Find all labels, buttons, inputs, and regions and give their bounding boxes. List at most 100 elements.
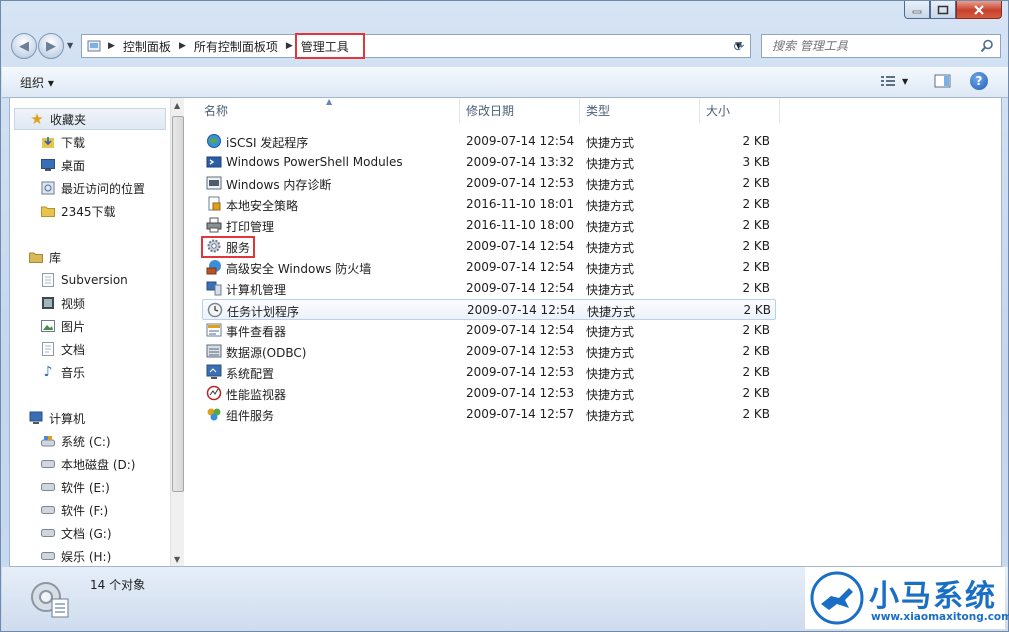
breadcrumb-separator[interactable]: ▶	[175, 41, 190, 51]
file-name: 本地安全策略	[226, 199, 299, 213]
nav-desktop-label: 桌面	[61, 158, 86, 173]
videos-icon	[40, 295, 56, 311]
recent-pages-dropdown[interactable]: ▼	[67, 41, 73, 50]
search-box[interactable]	[761, 34, 1001, 58]
scroll-down-icon[interactable]: ▼	[174, 555, 180, 564]
file-modified-date: 2009-07-14 12:54	[466, 134, 575, 148]
database-icon	[206, 343, 222, 359]
nav-downloads[interactable]: 下载	[40, 131, 85, 153]
help-button[interactable]: ?	[970, 72, 988, 90]
nav-drive-h[interactable]: 娱乐 (H:)	[40, 545, 111, 566]
file-type: 快捷方式	[586, 388, 635, 402]
file-row[interactable]: 高级安全 Windows 防火墙 2009-07-14 12:54 快捷方式 2 KB	[202, 257, 776, 278]
breadcrumb-separator[interactable]: ▶	[104, 41, 119, 51]
computer-icon	[28, 410, 44, 426]
file-modified-date: 2009-07-14 12:54	[467, 303, 576, 317]
security-policy-icon	[206, 196, 222, 212]
nav-music[interactable]: ♪ 音乐	[40, 361, 85, 383]
nav-scrollbar[interactable]: ▲ ▼	[170, 98, 184, 566]
nav-subversion[interactable]: Subversion	[40, 269, 128, 291]
clock-icon	[207, 302, 223, 318]
file-row[interactable]: 计算机管理 2009-07-14 12:54 快捷方式 2 KB	[202, 278, 776, 299]
nav-libraries[interactable]: 库	[28, 246, 61, 268]
file-size: 2 KB	[742, 239, 770, 253]
nav-drive-c-label: 系统 (C:)	[61, 434, 111, 449]
minimize-button[interactable]	[904, 1, 930, 19]
nav-videos-label: 视频	[61, 296, 86, 311]
nav-drive-d[interactable]: 本地磁盘 (D:)	[40, 453, 135, 475]
file-size: 2 KB	[742, 407, 770, 421]
column-header-size[interactable]: 大小	[700, 98, 780, 123]
forward-button[interactable]: ▶	[38, 33, 64, 59]
file-name: 事件查看器	[226, 325, 287, 339]
refresh-button[interactable]: ⟳	[729, 37, 749, 57]
file-modified-date: 2016-11-10 18:00	[466, 218, 575, 232]
back-button[interactable]: ◀	[11, 33, 37, 59]
file-row[interactable]: 任务计划程序 2009-07-14 12:54 快捷方式 2 KB	[202, 299, 776, 320]
column-header-type[interactable]: 类型	[580, 98, 700, 123]
nav-desktop[interactable]: 桌面	[40, 154, 85, 176]
nav-2345-downloads[interactable]: 2345下载	[40, 200, 116, 222]
breadcrumb-control-panel[interactable]: 控制面板	[119, 35, 175, 57]
scroll-up-icon[interactable]: ▲	[174, 101, 180, 110]
printer-icon	[206, 217, 222, 233]
nav-documents[interactable]: 文档	[40, 338, 85, 360]
scrollbar-thumb[interactable]	[172, 116, 184, 492]
nav-pictures[interactable]: 图片	[40, 315, 85, 337]
file-row[interactable]: 打印管理 2016-11-10 18:00 快捷方式 2 KB	[202, 215, 776, 236]
drive-icon	[40, 479, 56, 495]
desktop-icon	[40, 157, 56, 173]
nav-favorites[interactable]: ★ 收藏夹	[14, 108, 166, 130]
file-row[interactable]: Windows PowerShell Modules 2009-07-14 13:…	[202, 152, 776, 173]
drive-icon	[40, 548, 56, 564]
file-row[interactable]: 本地安全策略 2016-11-10 18:01 快捷方式 2 KB	[202, 194, 776, 215]
maximize-button[interactable]	[930, 1, 956, 19]
file-type: 快捷方式	[586, 367, 635, 381]
breadcrumb-all-items[interactable]: 所有控制面板项	[190, 35, 282, 57]
nav-drive-g[interactable]: 文档 (G:)	[40, 522, 112, 544]
file-type: 快捷方式	[586, 283, 635, 297]
file-row[interactable]: Windows 内存诊断 2009-07-14 12:53 快捷方式 2 KB	[202, 173, 776, 194]
search-icon[interactable]	[980, 39, 994, 53]
file-row[interactable]: 性能监视器 2009-07-14 12:53 快捷方式 2 KB	[202, 383, 776, 404]
file-modified-date: 2009-07-14 12:54	[466, 239, 575, 253]
close-icon	[974, 4, 984, 15]
file-row[interactable]: 组件服务 2009-07-14 12:57 快捷方式 2 KB	[202, 404, 776, 425]
nav-videos[interactable]: 视频	[40, 292, 85, 314]
file-modified-date: 2009-07-14 12:53	[466, 365, 575, 379]
nav-computer[interactable]: 计算机	[28, 407, 85, 429]
file-row[interactable]: 服务 2009-07-14 12:54 快捷方式 2 KB	[202, 236, 776, 257]
organize-menu[interactable]: 组织 ▾	[20, 74, 54, 91]
preview-pane-button[interactable]	[934, 73, 952, 92]
firewall-icon	[206, 259, 222, 275]
nav-2345-downloads-label: 2345下载	[61, 204, 116, 219]
nav-drive-e[interactable]: 软件 (E:)	[40, 476, 110, 498]
nav-drive-f[interactable]: 软件 (F:)	[40, 499, 108, 521]
refresh-icon: ⟳	[733, 39, 745, 55]
breadcrumb-admin-tools[interactable]: 管理工具	[294, 33, 365, 59]
address-bar[interactable]: ▶ 控制面板 ▶ 所有控制面板项 ▶ 管理工具 ▼	[81, 33, 751, 59]
view-menu[interactable]: ▼	[880, 74, 908, 88]
search-input[interactable]	[770, 38, 974, 54]
close-button[interactable]	[956, 1, 1002, 19]
event-viewer-icon	[206, 322, 222, 338]
file-row[interactable]: 系统配置 2009-07-14 12:53 快捷方式 2 KB	[202, 362, 776, 383]
file-row[interactable]: iSCSI 发起程序 2009-07-14 12:54 快捷方式 2 KB	[202, 131, 776, 152]
file-row[interactable]: 事件查看器 2009-07-14 12:54 快捷方式 2 KB	[202, 320, 776, 341]
nav-recent-places[interactable]: 最近访问的位置	[40, 177, 145, 199]
nav-drive-d-label: 本地磁盘 (D:)	[61, 457, 136, 472]
nav-drive-c[interactable]: 系统 (C:)	[40, 430, 111, 452]
file-name: 任务计划程序	[227, 305, 300, 319]
system-config-icon	[206, 364, 222, 380]
command-bar: 组织 ▾ ▼ ?	[2, 67, 1008, 98]
back-arrow-icon: ◀	[19, 38, 29, 54]
breadcrumb-separator[interactable]: ▶	[282, 41, 297, 51]
file-modified-date: 2009-07-14 12:53	[466, 344, 575, 358]
column-header-name[interactable]: 名称	[186, 98, 460, 123]
file-row[interactable]: 数据源(ODBC) 2009-07-14 12:53 快捷方式 2 KB	[202, 341, 776, 362]
file-type: 快捷方式	[586, 262, 635, 276]
file-name: iSCSI 发起程序	[226, 136, 309, 150]
subversion-library-icon	[40, 272, 56, 288]
navigation-bar: ◀ ▶ ▼ ▶ 控制面板 ▶ 所有控制面板项 ▶ 管理工具 ▼ ⟳	[1, 29, 1008, 63]
column-header-modified[interactable]: 修改日期	[460, 98, 580, 123]
